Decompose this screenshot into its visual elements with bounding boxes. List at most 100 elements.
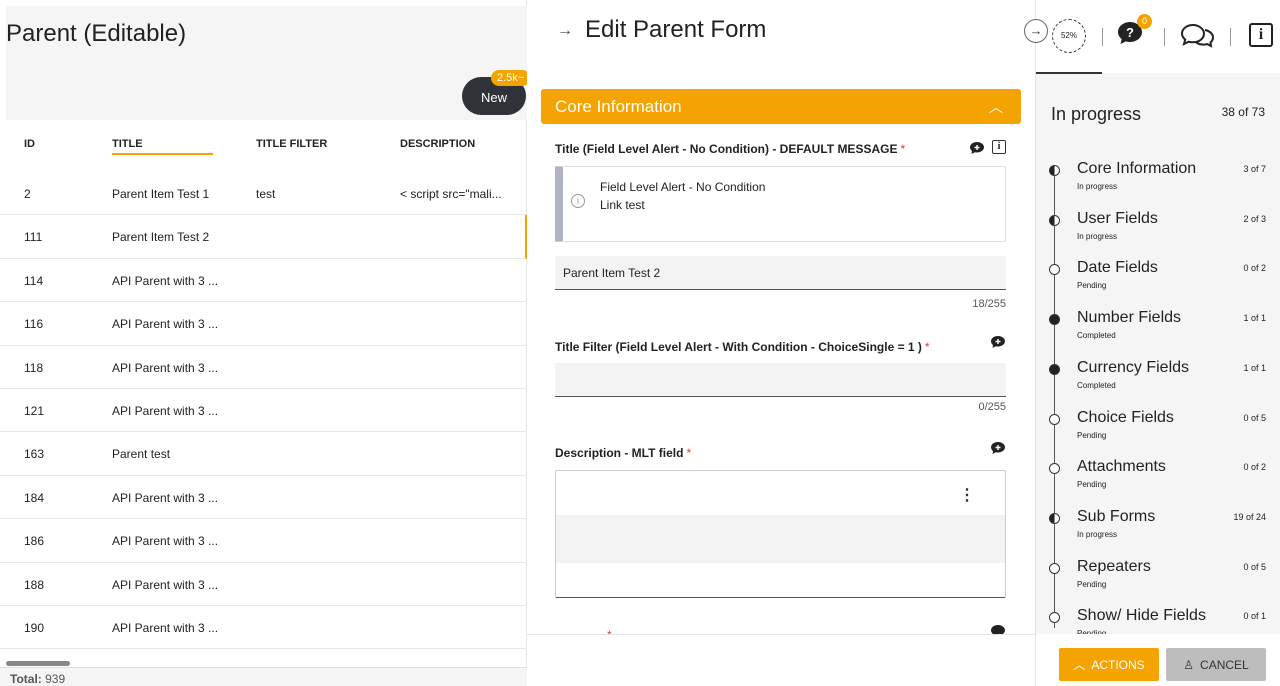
section-header-core-information[interactable]: Core Information ︿	[541, 89, 1021, 124]
app-root: Parent (Editable) New 2.5k~ ID TITLE TIT…	[0, 0, 1280, 686]
step-status-dot	[1049, 512, 1060, 524]
cell-title: API Parent with 3 ...	[112, 360, 219, 375]
step-status: Pending	[1077, 281, 1107, 291]
column-header-description[interactable]: DESCRIPTION	[400, 138, 475, 150]
cell-id: 188	[24, 577, 45, 592]
table-row[interactable]: 188 API Parent with 3 ...	[0, 563, 527, 606]
cell-id: 116	[24, 317, 44, 332]
comments-icon[interactable]	[1180, 22, 1216, 48]
field-label-title-filter: Title Filter (Field Level Alert - With C…	[555, 340, 930, 354]
alert-link[interactable]: Link test	[600, 198, 645, 212]
progress-panel: 52% ? 0 i → In progress 38 of 73 Core In…	[1024, 0, 1280, 686]
info-icon[interactable]: i	[992, 140, 1006, 154]
table-row[interactable]: 121 API Parent with 3 ...	[0, 389, 527, 433]
cell-id: 2	[24, 187, 31, 201]
progress-step[interactable]: Number Fields Completed 1 of 1	[1036, 309, 1280, 357]
table-body: 2 Parent Item Test 1 test < script src="mal…	[0, 172, 527, 650]
total-count: Total: 939	[10, 672, 65, 686]
step-name: Repeaters	[1077, 557, 1151, 575]
progress-step[interactable]: Currency Fields Completed 1 of 1	[1036, 359, 1280, 407]
progress-step[interactable]: User Fields In progress 2 of 3	[1036, 210, 1280, 258]
column-header-title[interactable]: TITLE	[112, 138, 143, 150]
title-input-value: Parent Item Test 2	[563, 266, 661, 280]
field-label-text: Title Filter (Field Level Alert - With C…	[555, 340, 922, 354]
add-comment-icon[interactable]	[990, 335, 1006, 349]
cell-id: 121	[24, 403, 45, 418]
column-header-id[interactable]: ID	[24, 138, 35, 150]
field-label-text: Title (Field Level Alert - No Condition)…	[555, 142, 898, 156]
step-name: Date Fields	[1077, 259, 1158, 277]
add-comment-icon[interactable]	[990, 441, 1006, 455]
user-cancel-icon: ♙	[1183, 657, 1195, 672]
step-name: Core Information	[1077, 160, 1197, 177]
cell-title: Parent test	[112, 447, 171, 462]
step-count: 0 of 2	[1243, 263, 1266, 274]
active-tab-indicator	[1036, 72, 1102, 74]
progress-count: 38 of 73	[1221, 105, 1265, 119]
title-char-counter: 18/255	[972, 298, 1006, 310]
progress-step[interactable]: Date Fields Pending 0 of 2	[1036, 259, 1280, 307]
alert-text: Field Level Alert - No Condition	[600, 180, 766, 194]
description-editor[interactable]: ⋮	[555, 470, 1006, 598]
chevron-up-icon[interactable]: ︿	[989, 97, 1003, 117]
list-panel: Parent (Editable) New 2.5k~ ID TITLE TIT…	[0, 0, 531, 686]
step-status: In progress	[1077, 182, 1118, 191]
cell-id: 184	[24, 490, 45, 505]
cell-title: Parent Item Test 1	[112, 187, 210, 201]
column-header-title-filter[interactable]: TITLE FILTER	[256, 138, 327, 150]
chevron-up-icon: ︿	[1073, 658, 1086, 672]
progress-step[interactable]: Attachments Pending 0 of 2	[1036, 458, 1280, 506]
table-row[interactable]: 118 API Parent with 3 ...	[0, 346, 527, 389]
cancel-button[interactable]: ♙ CANCEL	[1166, 648, 1266, 681]
total-value: 939	[45, 672, 66, 686]
add-comment-icon[interactable]	[969, 141, 985, 155]
table-row[interactable]: 2 Parent Item Test 1 test < script src="mal…	[0, 172, 527, 216]
step-status-dot	[1049, 562, 1060, 574]
divider	[1164, 28, 1165, 46]
step-name: Currency Fields	[1077, 358, 1190, 376]
arrow-right-icon[interactable]: →	[557, 22, 573, 40]
action-footer: ︿ ACTIONS ♙ CANCEL	[1036, 634, 1280, 686]
title-input[interactable]: Parent Item Test 2	[555, 256, 1006, 290]
progress-step[interactable]: Repeaters Pending 0 of 5	[1036, 558, 1280, 606]
collapse-arrow-icon[interactable]: →	[1024, 19, 1048, 43]
cell-id: 190	[24, 620, 45, 635]
table-row[interactable]: 116 API Parent with 3 ...	[0, 302, 527, 346]
step-count: 1 of 1	[1243, 362, 1266, 373]
progress-step[interactable]: Choice Fields Pending 0 of 5	[1036, 409, 1280, 457]
required-marker: *	[900, 142, 906, 156]
step-name: Choice Fields	[1077, 408, 1174, 426]
step-count: 0 of 5	[1243, 412, 1266, 423]
table-row[interactable]: 184 API Parent with 3 ...	[0, 476, 527, 520]
progress-toolbar: 52% ? 0 i	[1036, 0, 1280, 74]
step-status-dot	[1049, 264, 1060, 276]
step-count: 19 of 24	[1233, 511, 1266, 522]
info-icon[interactable]: i	[1249, 23, 1273, 47]
step-status-dot	[1049, 463, 1060, 475]
table-row-selected[interactable]: 111 Parent Item Test 2	[0, 215, 527, 259]
cell-title: Parent Item Test 2	[112, 230, 210, 245]
actions-button[interactable]: ︿ ACTIONS	[1059, 648, 1159, 681]
step-name: Sub Forms	[1077, 507, 1156, 525]
horizontal-scrollbar[interactable]	[6, 661, 70, 666]
field-label-text: Description - MLT field	[555, 446, 684, 460]
step-status: Pending	[1077, 480, 1107, 490]
questions-count-badge: 0	[1137, 14, 1152, 29]
step-count: 2 of 3	[1243, 213, 1266, 224]
step-count: 0 of 2	[1243, 462, 1266, 473]
svg-text:?: ?	[1126, 25, 1134, 40]
progress-step[interactable]: Core Information In progress 3 of 7	[1036, 160, 1280, 208]
progress-step[interactable]: Sub Forms In progress 19 of 24	[1036, 508, 1280, 556]
title-filter-input[interactable]	[555, 363, 1006, 397]
cell-id: 118	[24, 360, 44, 375]
divider	[1102, 28, 1103, 46]
step-status: Completed	[1077, 331, 1116, 341]
more-vertical-icon[interactable]: ⋮	[959, 485, 975, 505]
table-row[interactable]: 163 Parent test	[0, 432, 527, 476]
table-row[interactable]: 114 API Parent with 3 ...	[0, 259, 527, 303]
cell-title: API Parent with 3 ...	[112, 577, 219, 592]
step-name: User Fields	[1077, 209, 1158, 227]
table-row[interactable]: 190 API Parent with 3 ...	[0, 606, 527, 650]
divider	[1230, 28, 1231, 46]
table-row[interactable]: 186 API Parent with 3 ...	[0, 519, 527, 563]
